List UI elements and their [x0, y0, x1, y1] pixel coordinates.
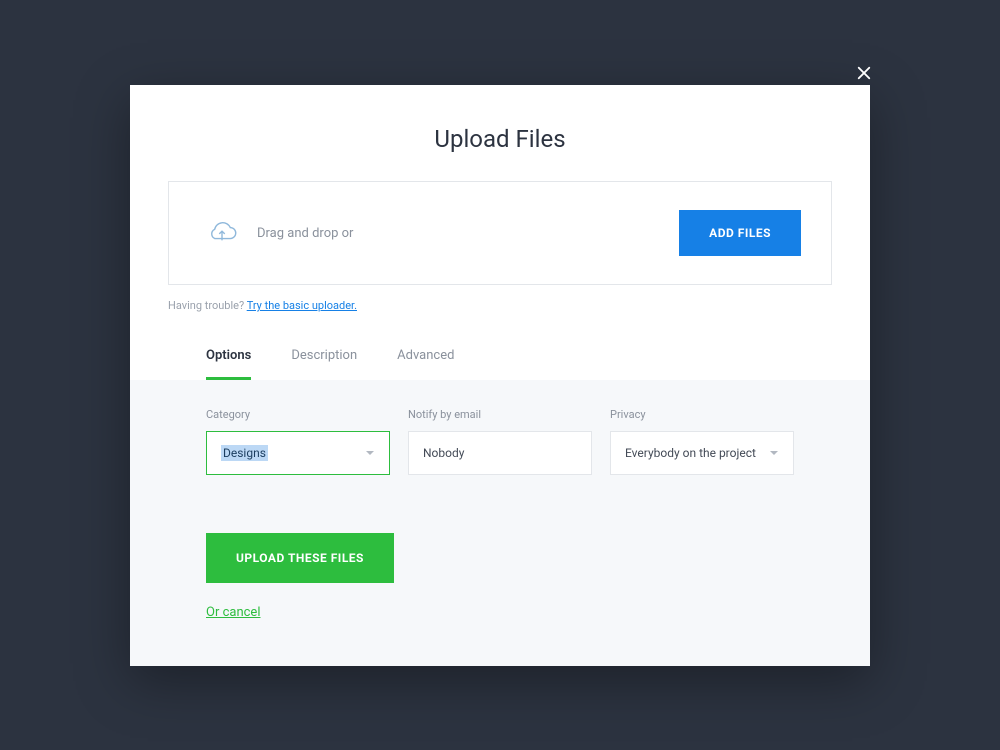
category-field: Category Designs — [206, 408, 390, 475]
add-files-button[interactable]: ADD FILES — [679, 210, 801, 256]
dropzone-left: Drag and drop or — [207, 222, 353, 244]
notify-label: Notify by email — [408, 408, 592, 421]
chevron-down-icon — [769, 448, 779, 458]
notify-field: Notify by email Nobody — [408, 408, 592, 475]
upload-modal: Upload Files Drag and drop or ADD FILES … — [130, 85, 870, 666]
close-icon — [855, 64, 873, 82]
fields-row: Category Designs Notify by email Nobody … — [206, 408, 794, 475]
upload-section: Drag and drop or ADD FILES — [130, 181, 870, 285]
category-value: Designs — [221, 445, 268, 461]
close-button[interactable] — [850, 59, 878, 87]
notify-value: Nobody — [423, 446, 464, 460]
privacy-field: Privacy Everybody on the project — [610, 408, 794, 475]
dropzone[interactable]: Drag and drop or ADD FILES — [168, 181, 832, 285]
cloud-upload-icon — [207, 222, 237, 244]
options-panel: Category Designs Notify by email Nobody … — [130, 380, 870, 666]
upload-files-button[interactable]: UPLOAD THESE FILES — [206, 533, 394, 583]
dropzone-text: Drag and drop or — [257, 226, 353, 241]
trouble-text: Having trouble? — [168, 299, 247, 312]
category-label: Category — [206, 408, 390, 421]
actions: UPLOAD THESE FILES Or cancel — [206, 533, 794, 620]
modal-header: Upload Files — [130, 85, 870, 181]
tab-advanced[interactable]: Advanced — [397, 348, 454, 380]
privacy-select[interactable]: Everybody on the project — [610, 431, 794, 475]
tab-description[interactable]: Description — [291, 348, 357, 380]
modal-title: Upload Files — [130, 125, 870, 153]
privacy-label: Privacy — [610, 408, 794, 421]
chevron-down-icon — [365, 448, 375, 458]
cancel-link[interactable]: Or cancel — [206, 605, 261, 620]
notify-select[interactable]: Nobody — [408, 431, 592, 475]
tabs: Options Description Advanced — [130, 312, 870, 380]
category-select[interactable]: Designs — [206, 431, 390, 475]
basic-uploader-link[interactable]: Try the basic uploader. — [247, 299, 357, 312]
trouble-row: Having trouble? Try the basic uploader. — [130, 285, 870, 312]
tab-options[interactable]: Options — [206, 348, 251, 380]
privacy-value: Everybody on the project — [625, 446, 756, 460]
